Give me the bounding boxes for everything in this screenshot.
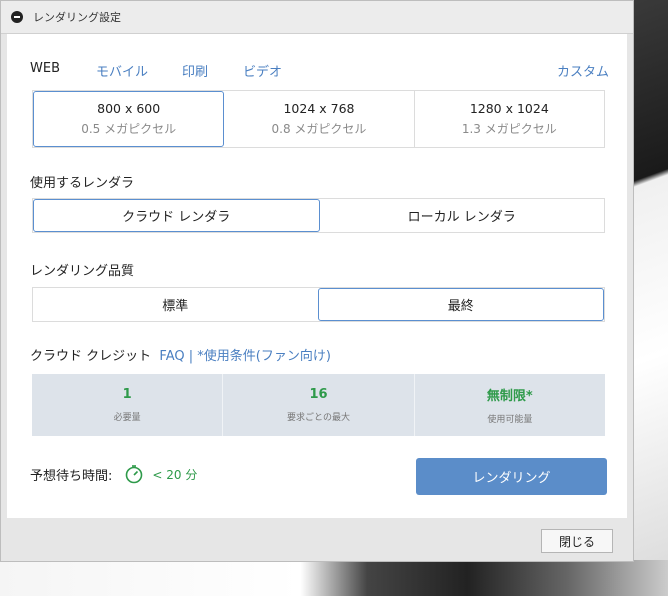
background-scene — [628, 0, 668, 596]
title-bar[interactable]: レンダリング設定 — [1, 1, 633, 34]
credit-value: 無制限* — [486, 389, 533, 404]
credit-caption: 使用可能量 — [487, 415, 533, 425]
terms-link[interactable]: *使用条件(ファン向け) — [197, 349, 331, 364]
window-title: レンダリング設定 — [33, 11, 121, 24]
tab-video[interactable]: ビデオ — [243, 61, 282, 80]
renderer-toggle: クラウド レンダラ ローカル レンダラ — [32, 198, 605, 233]
tab-mobile[interactable]: モバイル — [96, 61, 148, 80]
wait-label: 予想待ち時間: — [30, 468, 113, 484]
credit-required: 1 必要量 — [32, 374, 224, 436]
link-separator: | — [188, 349, 194, 364]
cloud-renderer-option[interactable]: クラウド レンダラ — [33, 199, 320, 232]
resolution-dimensions: 1024 x 768 — [283, 101, 355, 116]
dialog-content: WEB モバイル 印刷 ビデオ カスタム 800 x 600 0.5 メガピクセ… — [7, 34, 627, 518]
resolution-option-1024x768[interactable]: 1024 x 768 0.8 メガピクセル — [224, 91, 415, 147]
size-preset-tabs: WEB モバイル 印刷 ビデオ カスタム — [30, 61, 609, 81]
minimize-icon[interactable] — [11, 11, 23, 23]
tab-custom[interactable]: カスタム — [557, 61, 609, 80]
faq-link[interactable]: FAQ — [159, 349, 184, 364]
resolution-dimensions: 800 x 600 — [97, 101, 161, 116]
resolution-megapixels: 1.3 メガピクセル — [461, 122, 557, 136]
quality-standard-option[interactable]: 標準 — [33, 288, 318, 321]
quality-toggle: 標準 最終 — [32, 287, 605, 322]
quality-final-option[interactable]: 最終 — [317, 288, 604, 321]
credit-summary: 1 必要量 16 要求ごとの最大 無制限* 使用可能量 — [32, 374, 605, 436]
local-renderer-option[interactable]: ローカル レンダラ — [320, 199, 605, 232]
credit-value: 1 — [122, 387, 132, 402]
credit-caption: 要求ごとの最大 — [287, 413, 350, 423]
timer-icon — [126, 465, 143, 484]
render-settings-dialog: レンダリング設定 WEB モバイル 印刷 ビデオ カスタム 800 x 600 … — [0, 0, 634, 562]
credit-value: 16 — [309, 387, 328, 402]
tab-web[interactable]: WEB — [30, 61, 60, 76]
resolution-options: 800 x 600 0.5 メガピクセル 1024 x 768 0.8 メガピク… — [32, 90, 605, 148]
credit-available: 無制限* 使用可能量 — [415, 374, 605, 436]
cloud-credit-heading: クラウド クレジット FAQ | *使用条件(ファン向け) — [30, 345, 331, 364]
estimated-wait: 予想待ち時間: < 20 分 — [30, 464, 197, 484]
renderer-label: 使用するレンダラ — [30, 176, 135, 191]
close-button[interactable]: 閉じる — [541, 529, 613, 553]
credit-caption: 必要量 — [113, 413, 141, 423]
quality-label: レンダリング品質 — [30, 264, 135, 279]
tab-print[interactable]: 印刷 — [182, 61, 208, 80]
credit-max-per-request: 16 要求ごとの最大 — [223, 374, 415, 436]
wait-value: < 20 分 — [152, 467, 198, 482]
resolution-megapixels: 0.8 メガピクセル — [271, 122, 367, 136]
render-button[interactable]: レンダリング — [416, 458, 607, 495]
resolution-dimensions: 1280 x 1024 — [469, 101, 549, 116]
resolution-option-1280x1024[interactable]: 1280 x 1024 1.3 メガピクセル — [415, 91, 604, 147]
resolution-megapixels: 0.5 メガピクセル — [81, 122, 177, 136]
resolution-option-800x600[interactable]: 800 x 600 0.5 メガピクセル — [33, 91, 225, 147]
background-scene-bottom — [0, 560, 668, 596]
cloud-credit-title: クラウド クレジット — [30, 349, 152, 364]
